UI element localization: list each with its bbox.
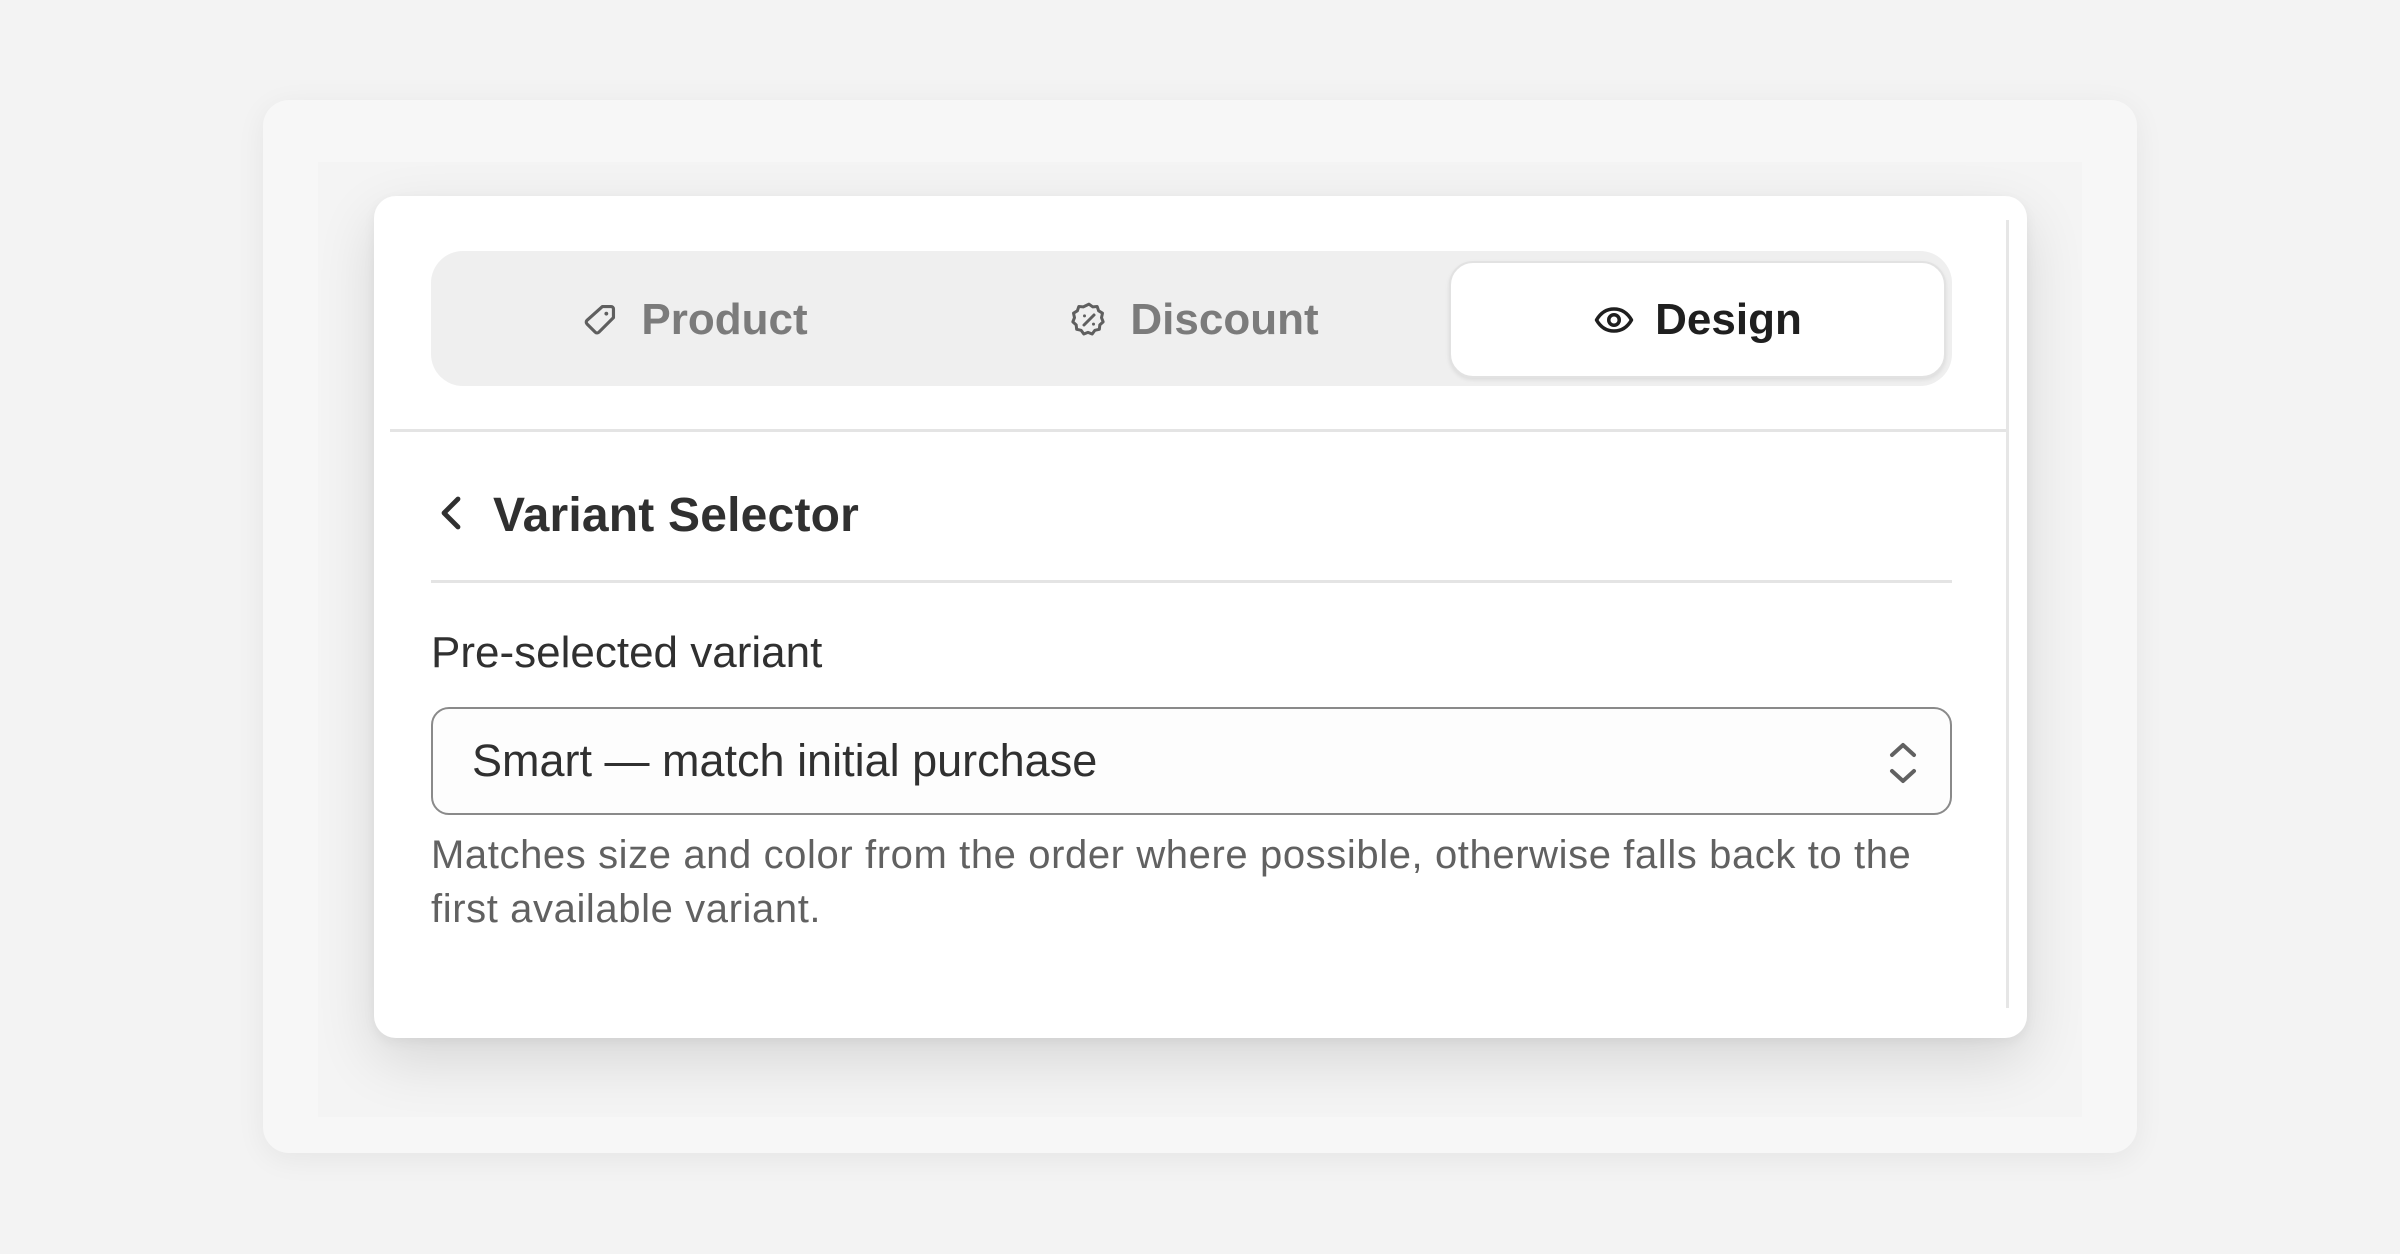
tab-discount[interactable]: Discount (931, 261, 1456, 378)
tag-icon (579, 299, 621, 341)
field-label: Pre-selected variant (431, 628, 823, 677)
divider (431, 580, 1952, 583)
tab-label: Design (1655, 294, 1802, 344)
chevron-left-icon (438, 493, 464, 538)
section-header: Variant Selector (431, 479, 859, 551)
tab-label: Discount (1130, 294, 1319, 344)
tab-label: Product (641, 294, 808, 344)
tab-bar: Product Discount Design (431, 251, 1952, 386)
help-text: Matches size and color from the order wh… (431, 833, 1912, 931)
discount-badge-icon (1068, 299, 1110, 341)
select-arrows-icon (1886, 739, 1920, 787)
scrollbar[interactable] (2006, 220, 2009, 1008)
tab-product[interactable]: Product (431, 261, 956, 378)
divider (390, 429, 2006, 432)
settings-panel: Product Discount Design Variant Selector… (374, 196, 2027, 1038)
tab-design[interactable]: Design (1449, 261, 1946, 378)
back-button[interactable] (431, 487, 471, 543)
select-value: Smart — match initial purchase (472, 735, 1098, 786)
variant-select[interactable]: Smart — match initial purchase (431, 707, 1952, 815)
eye-icon (1593, 299, 1635, 341)
section-title: Variant Selector (493, 488, 860, 542)
